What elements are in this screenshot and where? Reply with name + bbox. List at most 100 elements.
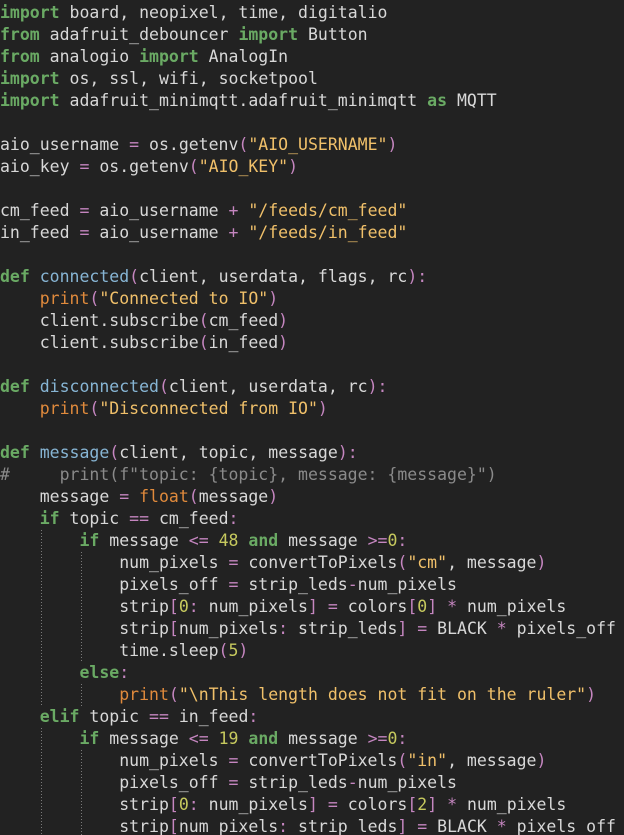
code-token: digitalio: [288, 3, 388, 22]
code-token: *: [496, 817, 507, 835]
code-token: ,: [248, 443, 259, 462]
code-line: aio_key = os.getenv("AIO_KEY"): [0, 156, 624, 178]
code-token: =: [327, 597, 338, 616]
code-token: *: [447, 597, 458, 616]
code-token: strip: [0, 795, 169, 814]
code-token: cm_feed: [0, 201, 80, 220]
code-token: (: [198, 333, 209, 352]
code-token: :: [119, 663, 130, 682]
code-token: strip_leds: [238, 575, 348, 594]
code-token: os.getenv: [139, 135, 239, 154]
code-token: +: [228, 223, 239, 242]
code-token: AnalogIn: [198, 47, 289, 66]
code-token: import: [0, 3, 60, 22]
code-token: (: [158, 377, 169, 396]
code-line: print("Disconnected from IO"): [0, 398, 624, 420]
code-token: =: [228, 773, 239, 792]
code-token: :: [188, 795, 199, 814]
code-token: num_pixels: [178, 817, 279, 835]
code-token: client: [168, 377, 229, 396]
code-token: float: [139, 487, 189, 506]
code-token: ]: [307, 597, 318, 616]
code-token: =: [228, 751, 239, 770]
code-token: :: [278, 619, 289, 638]
code-token: ]: [397, 619, 408, 638]
code-token: aio_username: [89, 223, 229, 242]
code-token: 0: [387, 729, 398, 748]
code-token: connected: [39, 267, 130, 286]
code-token: =: [228, 553, 239, 572]
code-token: import: [139, 47, 199, 66]
code-token: message: [278, 729, 368, 748]
code-line: if message <= 48 and message >=0:: [0, 530, 624, 552]
code-token: pixels_off: [0, 773, 229, 792]
code-token: disconnected: [39, 377, 159, 396]
code-token: os: [59, 69, 90, 88]
code-token: strip_leds: [288, 817, 398, 835]
code-token: ,: [89, 69, 100, 88]
code-token: *: [496, 619, 507, 638]
code-token: client: [119, 443, 179, 462]
code-token: board: [59, 3, 120, 22]
code-token: (: [89, 289, 100, 308]
code-token: strip: [0, 619, 169, 638]
code-token: neopixel: [129, 3, 219, 22]
code-editor[interactable]: import board, neopixel, time, digitalio f…: [0, 0, 624, 835]
code-token: client.subscribe: [0, 333, 199, 352]
code-token: aio_key: [0, 157, 80, 176]
code-token: ): [586, 685, 597, 704]
code-line: num_pixels = convertToPixels("cm", messa…: [0, 552, 624, 574]
code-line: in_feed = aio_username + "/feeds/in_feed…: [0, 222, 624, 244]
code-token: time: [228, 3, 279, 22]
code-token: num_pixels: [0, 751, 229, 770]
code-token: +: [228, 201, 239, 220]
code-line: pixels_off = strip_leds-num_pixels: [0, 772, 624, 794]
code-token: ,: [198, 69, 209, 88]
code-token: colors: [337, 597, 408, 616]
code-line: pixels_off = strip_leds-num_pixels: [0, 574, 624, 596]
code-token: =: [417, 817, 428, 835]
code-line: strip[num_pixels: strip_leds] = BLACK * …: [0, 816, 624, 835]
code-token: message: [99, 729, 189, 748]
code-token: strip: [0, 817, 169, 835]
code-token: pixels_off: [0, 575, 229, 594]
code-line: elif topic == in_feed:: [0, 706, 624, 728]
code-token: =: [79, 223, 90, 242]
code-token: ]: [307, 795, 318, 814]
code-token: (: [188, 157, 199, 176]
code-token: :: [377, 377, 388, 396]
code-token: BLACK: [427, 619, 497, 638]
code-token: =: [129, 135, 140, 154]
code-token: topic: [188, 443, 249, 462]
code-token: BLACK: [427, 817, 497, 835]
code-token: 0: [387, 531, 398, 550]
code-token: message: [258, 443, 338, 462]
code-line: num_pixels = convertToPixels("in", messa…: [0, 750, 624, 772]
code-token: ,: [119, 3, 130, 22]
code-line: from analogio import AnalogIn: [0, 46, 624, 68]
code-token: (: [89, 399, 100, 418]
code-line: def connected(client, userdata, flags, r…: [0, 266, 624, 288]
code-token: pixels_off: [506, 817, 616, 835]
code-line: message = float(message): [0, 486, 624, 508]
code-token: # print(f"topic: {topic}, message: {mess…: [0, 465, 497, 484]
code-token: =: [228, 575, 239, 594]
code-token: :: [278, 817, 289, 835]
code-token: userdata: [238, 377, 328, 396]
code-token: ,: [198, 267, 209, 286]
code-token: ): [317, 399, 328, 418]
code-line: cm_feed = aio_username + "/feeds/cm_feed…: [0, 200, 624, 222]
code-token: adafruit_minimqtt.adafruit_minimqtt: [59, 91, 428, 110]
code-content[interactable]: import board, neopixel, time, digitalio f…: [0, 2, 624, 835]
code-token: flags: [307, 267, 368, 286]
code-line: import board, neopixel, time, digitalio: [0, 2, 624, 24]
